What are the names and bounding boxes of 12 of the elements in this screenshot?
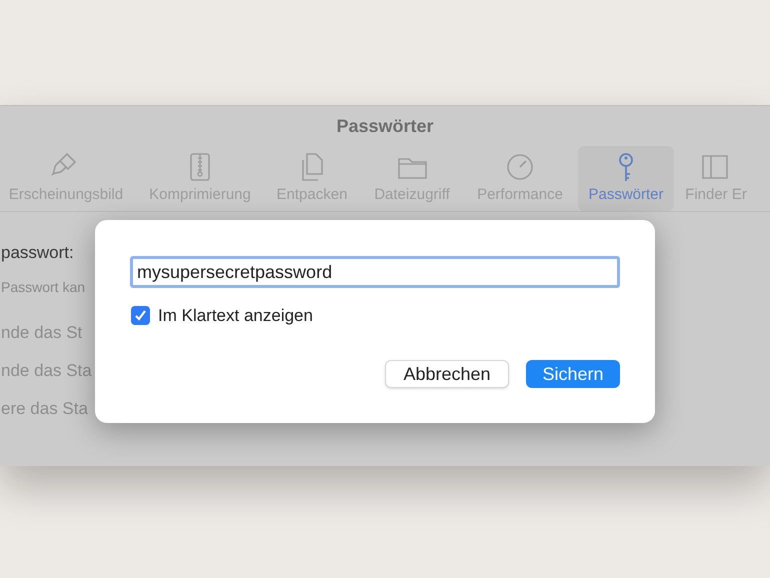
option-text: nde das Sta [1,361,92,380]
option-text: nde das St [1,323,82,342]
password-field[interactable]: mysupersecretpassword [130,256,620,288]
checkmark-icon [134,309,147,322]
checkbox-label: Im Klartext anzeigen [158,305,313,327]
cancel-button[interactable]: Abbrechen [385,360,509,388]
checkbox[interactable] [131,306,150,326]
window-title: Passwörter [336,114,434,138]
field-label: passwort: [1,243,74,262]
option-text: ere das Sta [1,399,88,418]
save-button[interactable]: Sichern [526,360,620,388]
note-text: Passwort kan [1,279,86,295]
